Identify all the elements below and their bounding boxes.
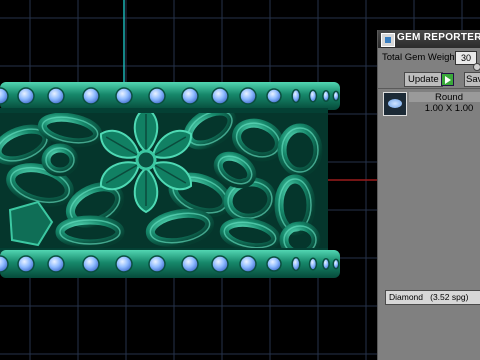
gem-size-label: 1.00 X 1.00: [424, 103, 474, 114]
stone: [181, 255, 199, 273]
stone: [308, 257, 318, 271]
stone: [82, 87, 100, 105]
stone: [322, 90, 330, 102]
stone: [148, 255, 166, 273]
stone: [17, 87, 35, 105]
total-gem-weight-label: Total Gem Weight: [382, 52, 458, 63]
material-dropdown[interactable]: Diamond (3.52 spg): [385, 290, 480, 305]
save-button[interactable]: Sav: [464, 72, 480, 87]
stone: [148, 87, 166, 105]
material-detail: (3.52 spg): [430, 292, 469, 302]
stone: [308, 89, 318, 103]
stone: [266, 256, 282, 272]
ring-model[interactable]: [0, 82, 340, 278]
material-name: Diamond: [389, 292, 424, 302]
stone: [332, 90, 340, 102]
round-gem-icon: [383, 92, 407, 116]
stone: [47, 87, 65, 105]
stone: [47, 255, 65, 273]
play-icon[interactable]: [441, 73, 454, 86]
stone: [239, 87, 257, 105]
stone: [239, 255, 257, 273]
gem-reporter-panel: GEM REPORTER Total Gem Weight 30 Update …: [377, 30, 480, 360]
stone: [211, 87, 229, 105]
panel-divider: [378, 88, 480, 89]
stone: [291, 88, 301, 104]
stone: [115, 87, 133, 105]
update-button[interactable]: Update: [404, 72, 443, 87]
stone: [291, 256, 301, 272]
panel-title: GEM REPORTER: [397, 32, 480, 43]
stone: [266, 88, 282, 104]
stone: [115, 255, 133, 273]
stone: [82, 255, 100, 273]
stone: [322, 258, 330, 270]
panel-title-bar[interactable]: GEM REPORTER: [378, 30, 480, 48]
stone: [17, 255, 35, 273]
gem-reporter-icon: [381, 33, 395, 47]
weight-slider-handle[interactable]: [473, 63, 480, 71]
stone: [332, 258, 340, 270]
stone: [181, 87, 199, 105]
stone: [211, 255, 229, 273]
gem-cut-label: Round: [409, 92, 480, 103]
gem-list-item[interactable]: Round 1.00 X 1.00: [383, 92, 480, 116]
